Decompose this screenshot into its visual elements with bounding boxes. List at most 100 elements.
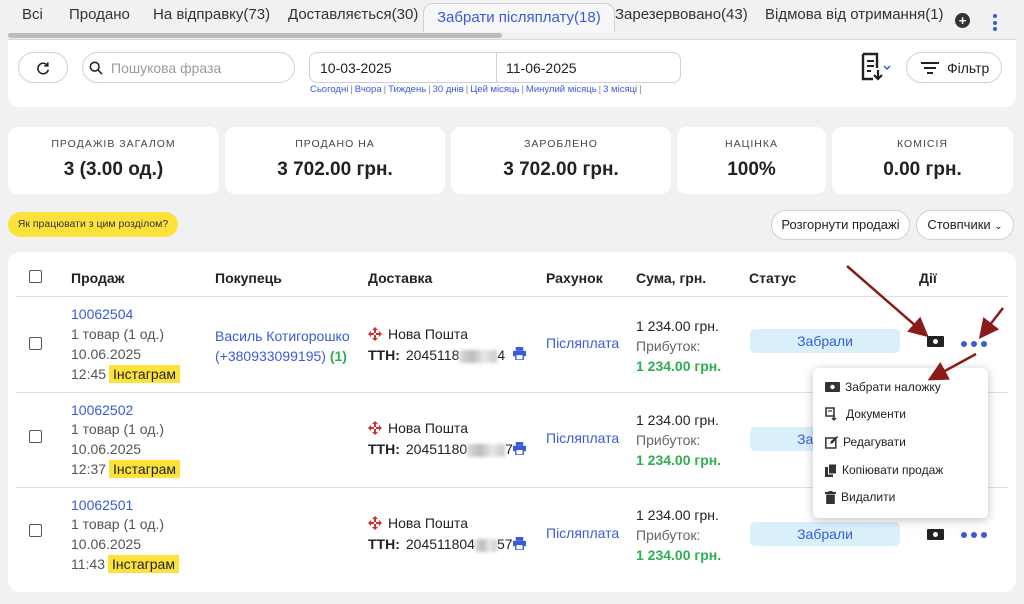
stat-card-earned: ЗАРОБЛЕНО 3 702.00 грн.	[451, 127, 671, 194]
carrier: Нова Пошта	[368, 515, 468, 531]
search-box	[82, 52, 295, 83]
date-to-input[interactable]: 11-06-2025	[506, 60, 577, 76]
nova-poshta-logo-icon	[368, 421, 382, 435]
header-sale[interactable]: Продаж	[71, 270, 125, 286]
quick-date-links: Сьогодні | Вчора | Тиждень | 30 днів | Цей місяц…	[310, 84, 642, 95]
carrier: Нова Пошта	[368, 420, 468, 436]
refresh-icon	[37, 61, 50, 74]
stat-card-total-sales: ПРОДАЖІВ ЗАГАЛОМ 3 (3.00 од.)	[8, 127, 219, 194]
sale-date: 10.06.2025	[71, 441, 142, 457]
order-id-link[interactable]: 10062502	[71, 402, 133, 418]
items-count: 1 товар (1 од.)	[71, 326, 164, 342]
chevron-down-icon: ⌄	[994, 221, 1003, 232]
cash-icon[interactable]	[927, 529, 944, 540]
invoice-link[interactable]: Післяплата	[546, 525, 619, 541]
menu-item-copy-sale[interactable]: Копіювати продаж	[825, 463, 943, 477]
sum-cell: 1 234.00 грн. Прибуток: 1 234.00 грн.	[636, 318, 722, 374]
cash-icon[interactable]	[927, 336, 944, 347]
print-icon[interactable]	[513, 537, 526, 550]
stat-card-markup: НАЦІНКА 100%	[677, 127, 826, 194]
filter-lines-icon	[921, 61, 939, 74]
tabs-scrollbar[interactable]	[8, 33, 502, 38]
document-icon	[825, 407, 837, 421]
stat-card-sold-for: ПРОДАНО НА 3 702.00 грн.	[225, 127, 445, 194]
sale-date: 10.06.2025	[71, 536, 142, 552]
tab-to-ship[interactable]: На відправку(73)	[153, 6, 270, 23]
items-count: 1 товар (1 од.)	[71, 421, 164, 437]
sale-time-source: 11:43 Інстаграм	[71, 555, 179, 573]
more-actions-icon[interactable]	[961, 341, 987, 347]
tab-bar: Всі Продано На відправку(73) Доставляєть…	[8, 0, 1024, 36]
ttn-number: ТТН: 204511804 57	[368, 536, 513, 552]
menu-item-delete[interactable]: Видалити	[825, 490, 895, 504]
quick-date-last-month[interactable]: Минулий місяць	[526, 84, 597, 95]
filter-button[interactable]: Фільтр	[906, 52, 1002, 83]
quick-date-3-months[interactable]: 3 місяці	[603, 84, 637, 95]
sale-time-source: 12:45 Інстаграм	[71, 365, 181, 383]
invoice-link[interactable]: Післяплата	[546, 430, 619, 446]
ttn-number: ТТН: 20451180 7	[368, 441, 513, 457]
quick-date-30-days[interactable]: 30 днів	[433, 84, 464, 95]
order-id-link[interactable]: 10062501	[71, 497, 133, 513]
source-badge: Інстаграм	[108, 555, 179, 573]
header-delivery[interactable]: Доставка	[368, 270, 432, 286]
quick-date-this-month[interactable]: Цей місяць	[470, 84, 519, 95]
quick-date-week[interactable]: Тиждень	[388, 84, 426, 95]
row-checkbox[interactable]	[29, 430, 42, 443]
tab-collect-cod[interactable]: Забрати післяплату(18)	[423, 3, 615, 32]
tab-reserved[interactable]: Зарезервовано(43)	[615, 6, 748, 23]
menu-item-edit[interactable]: Редагувати	[825, 435, 906, 449]
filter-panel: 10-03-2025 11-06-2025 Сьогодні|Вчора|Тиж…	[8, 40, 1016, 107]
source-badge: Інстаграм	[109, 460, 181, 478]
help-button[interactable]: Як працювати з цим розділом?	[8, 212, 178, 237]
quick-date-yesterday[interactable]: Вчора	[355, 84, 382, 95]
status-badge[interactable]: Забрали	[750, 329, 900, 353]
row-checkbox[interactable]	[29, 524, 42, 537]
expand-sales-button[interactable]: Розгорнути продажі	[771, 210, 910, 240]
copy-icon	[825, 463, 837, 477]
actions-dropdown-menu: Забрати наложку Документи Редагувати Коп…	[813, 368, 988, 518]
carrier: Нова Пошта	[368, 326, 468, 342]
more-vertical-icon[interactable]	[993, 14, 997, 31]
quick-date-today[interactable]: Сьогодні	[310, 84, 348, 95]
header-status[interactable]: Статус	[749, 270, 796, 286]
tab-refused[interactable]: Відмова від отримання(1)	[765, 6, 944, 23]
status-badge[interactable]: Забрали	[750, 522, 900, 546]
header-sum[interactable]: Сума, грн.	[636, 270, 706, 286]
buyer-link[interactable]: Василь Котигорошко (+380933099195) (1)	[215, 326, 350, 366]
invoice-link[interactable]: Післяплата	[546, 335, 619, 351]
edit-icon	[825, 435, 838, 449]
tab-sold[interactable]: Продано	[69, 6, 130, 23]
search-input[interactable]	[111, 59, 281, 76]
print-icon[interactable]	[513, 347, 526, 360]
ttn-number: ТТН: 2045118 4	[368, 347, 506, 363]
print-icon[interactable]	[513, 442, 526, 455]
filter-button-label: Фільтр	[947, 59, 990, 76]
date-from-input[interactable]: 10-03-2025	[320, 60, 392, 76]
header-invoice[interactable]: Рахунок	[546, 270, 603, 286]
header-actions: Дії	[919, 270, 937, 286]
nova-poshta-logo-icon	[368, 516, 382, 530]
sale-date: 10.06.2025	[71, 346, 142, 362]
columns-button-label: Стовпчики	[927, 217, 991, 232]
tab-all[interactable]: Всі	[22, 6, 43, 23]
export-document-icon	[861, 52, 891, 81]
stat-card-commission: КОМІСІЯ 0.00 грн.	[832, 127, 1013, 194]
export-button[interactable]	[859, 52, 893, 82]
add-tab-icon[interactable]: +	[955, 13, 970, 28]
more-actions-icon[interactable]	[961, 532, 987, 538]
sum-cell: 1 234.00 грн. Прибуток: 1 234.00 грн.	[636, 507, 722, 563]
header-buyer[interactable]: Покупець	[215, 270, 282, 286]
tab-delivering[interactable]: Доставляється(30)	[288, 6, 418, 23]
columns-button[interactable]: Стовпчики ⌄	[916, 210, 1014, 240]
row-checkbox[interactable]	[29, 337, 42, 350]
items-count: 1 товар (1 од.)	[71, 516, 164, 532]
cash-icon	[825, 382, 840, 392]
select-all-checkbox[interactable]	[29, 270, 42, 283]
menu-item-documents[interactable]: Документи	[825, 407, 906, 421]
refresh-button[interactable]	[18, 52, 68, 83]
menu-item-collect-cod[interactable]: Забрати наложку	[825, 380, 941, 394]
order-id-link[interactable]: 10062504	[71, 306, 133, 322]
date-range: 10-03-2025 11-06-2025	[309, 52, 681, 83]
nova-poshta-logo-icon	[368, 327, 382, 341]
